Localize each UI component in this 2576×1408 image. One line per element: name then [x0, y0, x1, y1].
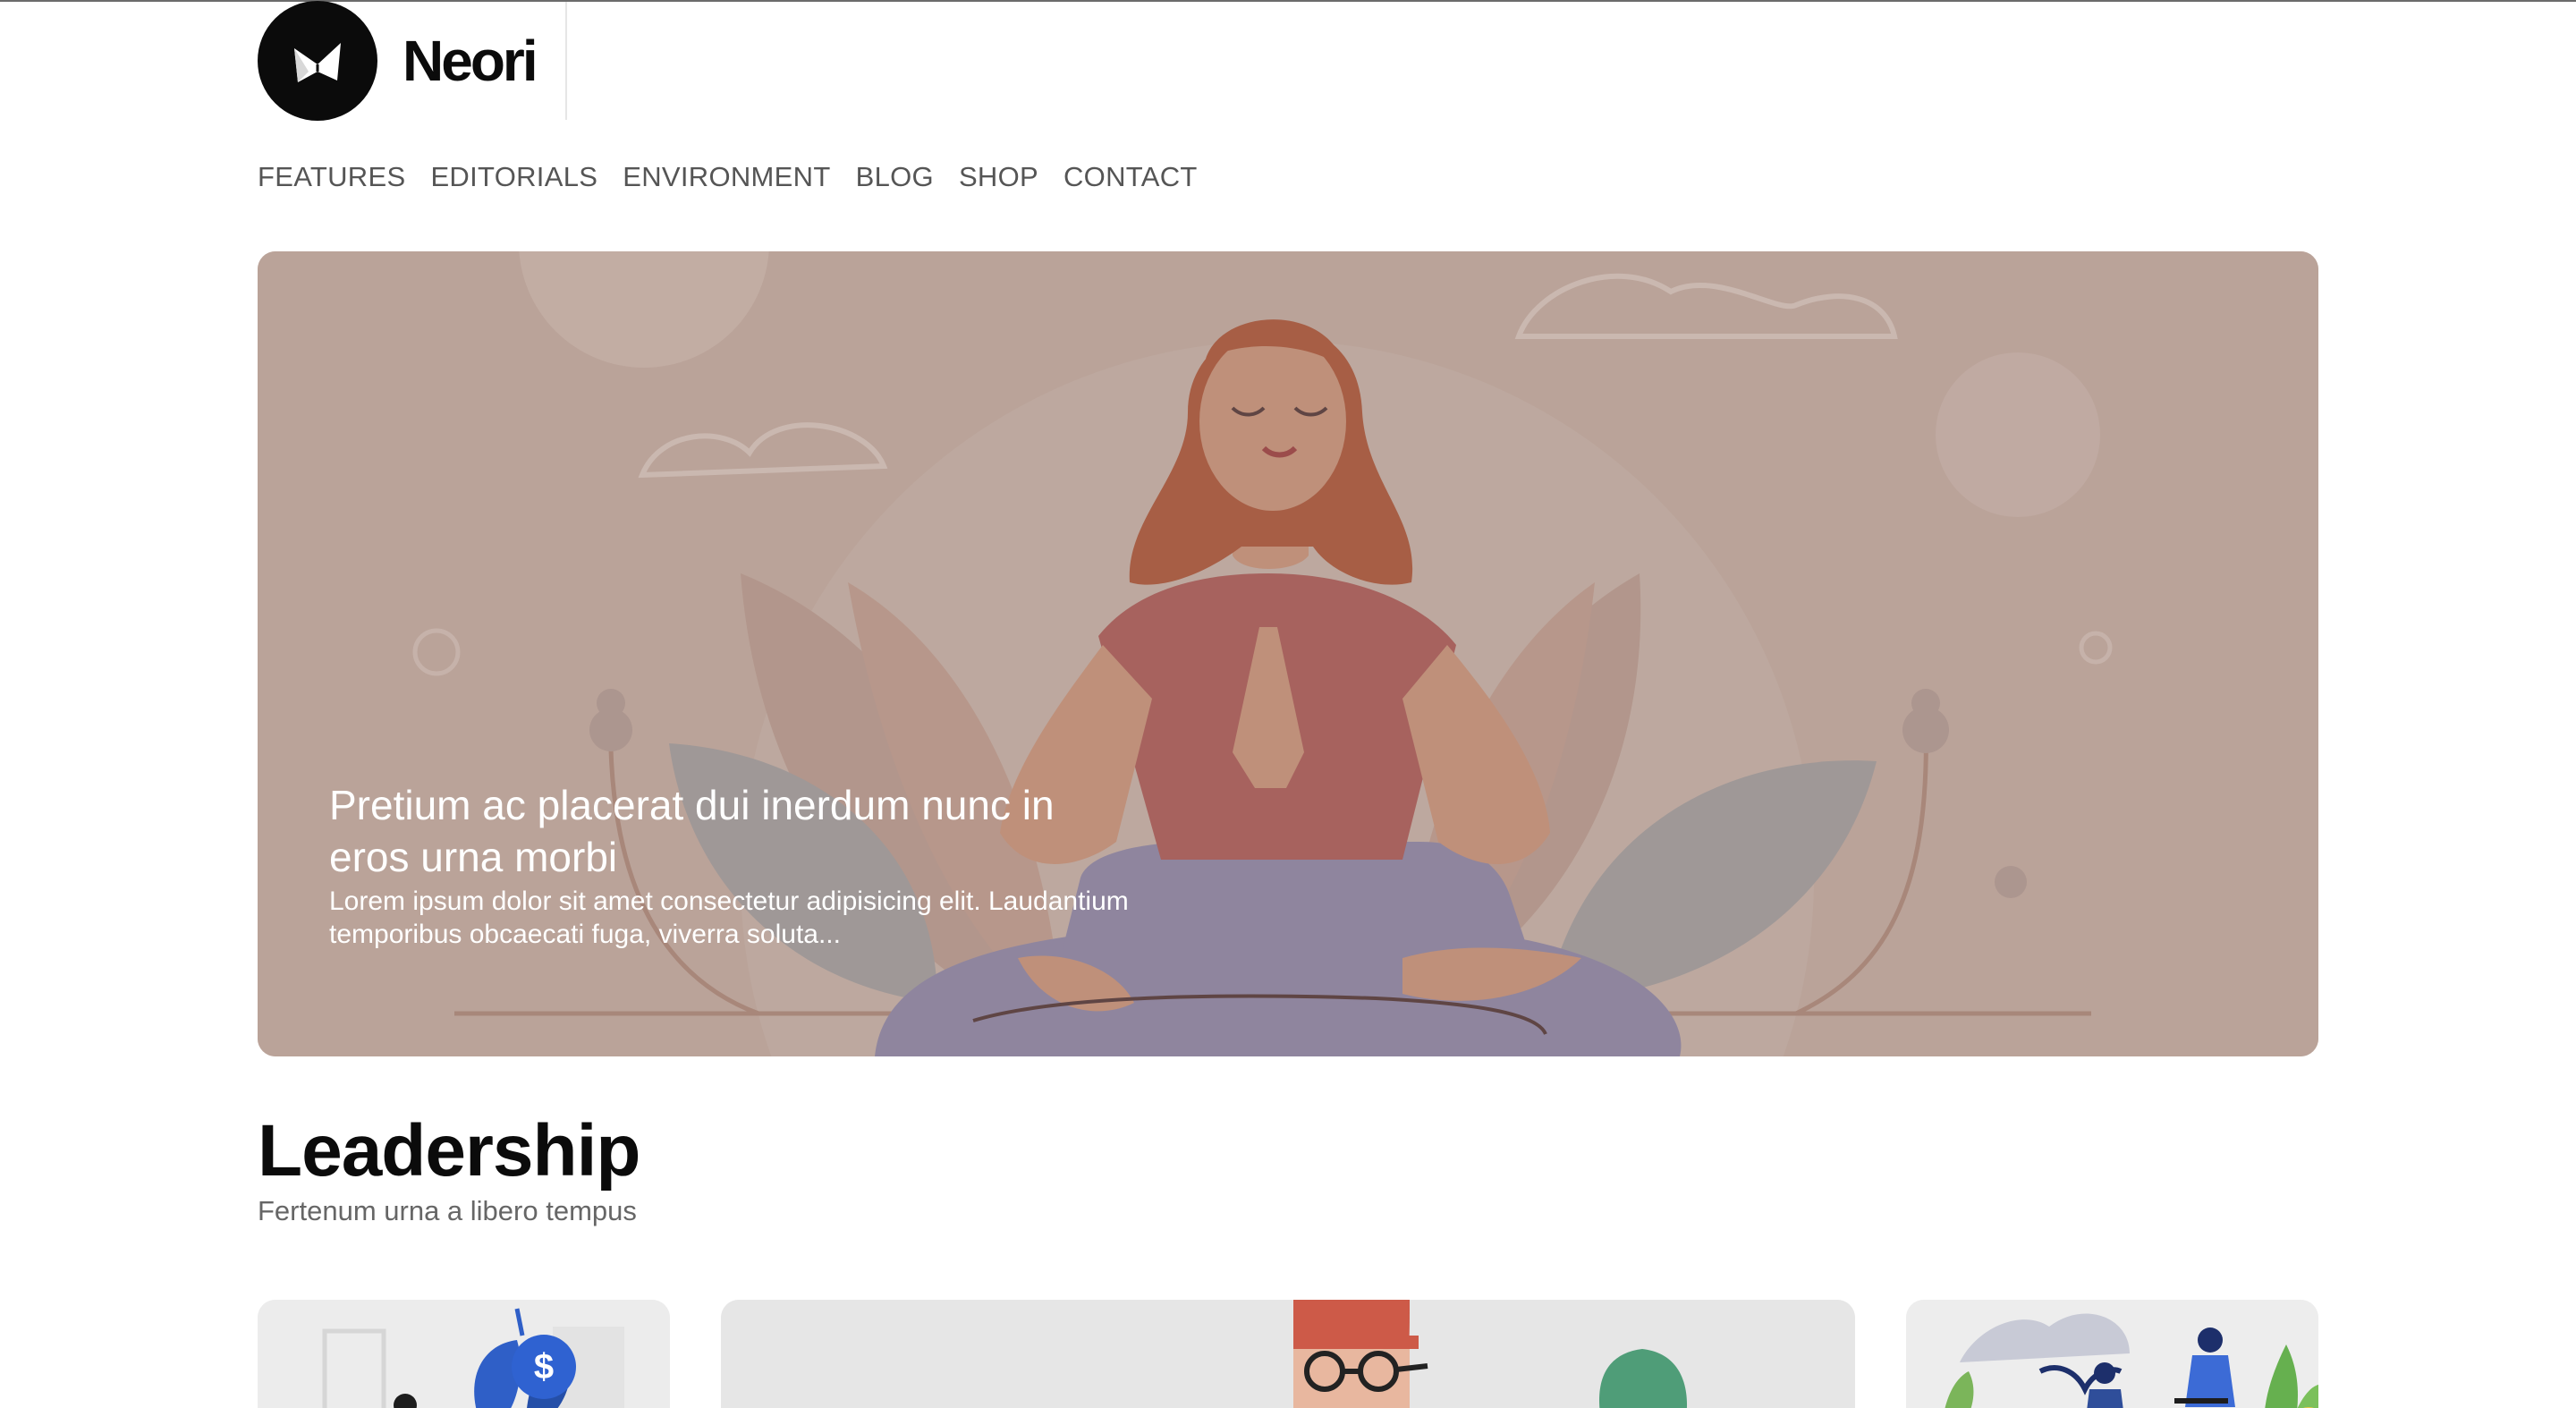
brand[interactable]: Neori	[258, 1, 538, 121]
main-nav: FEATURES EDITORIALS ENVIRONMENT BLOG SHO…	[258, 161, 1198, 193]
nav-item-features[interactable]: FEATURES	[258, 161, 405, 193]
hero-title[interactable]: Pretium ac placerat dui inerdum nunc in …	[329, 779, 1134, 883]
section-subtitle: Fertenum urna a libero tempus	[258, 1195, 637, 1226]
svg-text:$: $	[534, 1347, 554, 1387]
plant-money-illustration-icon: $	[258, 1300, 670, 1408]
nav-item-shop[interactable]: SHOP	[959, 161, 1038, 193]
person-glasses-illustration-icon	[721, 1300, 1855, 1408]
leadership-card-3[interactable]	[1906, 1300, 2318, 1408]
hero-caption: Pretium ac placerat dui inerdum nunc in …	[329, 779, 1134, 951]
hero-banner[interactable]: Pretium ac placerat dui inerdum nunc in …	[258, 251, 2318, 1056]
brand-name[interactable]: Neori	[402, 28, 538, 94]
nav-item-blog[interactable]: BLOG	[856, 161, 934, 193]
hero-excerpt: Lorem ipsum dolor sit amet consectetur a…	[329, 886, 1129, 949]
section-title: Leadership	[258, 1110, 640, 1192]
nav-item-environment[interactable]: ENVIRONMENT	[623, 161, 830, 193]
brand-divider	[565, 2, 567, 120]
team-celebration-illustration-icon	[1906, 1300, 2318, 1408]
logo-icon[interactable]	[258, 1, 377, 121]
leadership-card-2[interactable]	[721, 1300, 1855, 1408]
nav-item-contact[interactable]: CONTACT	[1063, 161, 1198, 193]
nav-item-editorials[interactable]: EDITORIALS	[430, 161, 597, 193]
leadership-card-1[interactable]: $	[258, 1300, 670, 1408]
